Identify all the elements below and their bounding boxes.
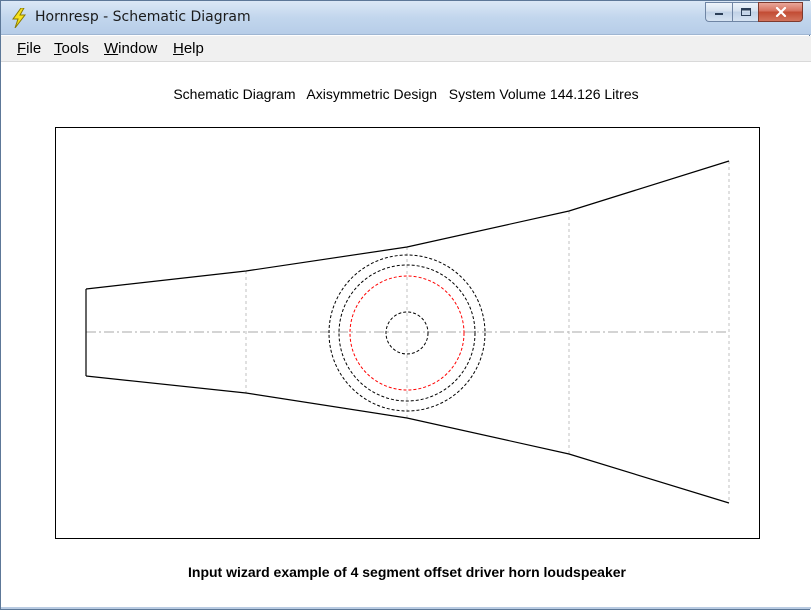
app-window: Hornresp - Schematic Diagram File Tools … xyxy=(0,0,811,610)
menu-help-label: elp xyxy=(183,40,204,57)
close-icon xyxy=(775,7,786,17)
menu-help[interactable]: Help xyxy=(173,40,204,57)
title-bar[interactable]: Hornresp - Schematic Diagram xyxy=(1,1,811,35)
diagram-area: Schematic Diagram Axisymmetric Design Sy… xyxy=(1,62,811,609)
menu-file[interactable]: File xyxy=(17,40,41,57)
schematic-plot xyxy=(55,127,760,539)
close-button[interactable] xyxy=(758,2,803,22)
menu-tools-label: ools xyxy=(61,40,90,57)
menu-file-label: ile xyxy=(26,40,42,57)
menu-bar: File Tools Window Help xyxy=(1,36,811,62)
lightning-bolt-icon xyxy=(12,8,27,28)
menu-tools[interactable]: Tools xyxy=(54,40,89,57)
maximize-button[interactable] xyxy=(732,2,758,22)
menu-window-label: indow xyxy=(118,40,158,57)
window-bottom-border xyxy=(1,607,811,609)
menu-help-mnemonic: H xyxy=(173,40,184,57)
maximize-icon xyxy=(740,8,751,16)
menu-window[interactable]: Window xyxy=(104,40,157,57)
window-title: Hornresp - Schematic Diagram xyxy=(35,9,251,25)
menu-file-mnemonic: F xyxy=(17,40,27,57)
menu-window-mnemonic: W xyxy=(104,40,119,57)
horn-upper-wall xyxy=(85,160,730,290)
menu-tools-mnemonic: T xyxy=(54,40,62,57)
schematic-svg xyxy=(85,160,730,504)
minimize-button[interactable] xyxy=(705,2,732,22)
horn-lower-wall xyxy=(85,375,730,504)
minimize-icon xyxy=(714,13,723,15)
diagram-caption: Input wizard example of 4 segment offset… xyxy=(188,564,626,580)
diagram-heading: Schematic Diagram Axisymmetric Design Sy… xyxy=(173,86,639,102)
caption-buttons xyxy=(705,2,803,23)
